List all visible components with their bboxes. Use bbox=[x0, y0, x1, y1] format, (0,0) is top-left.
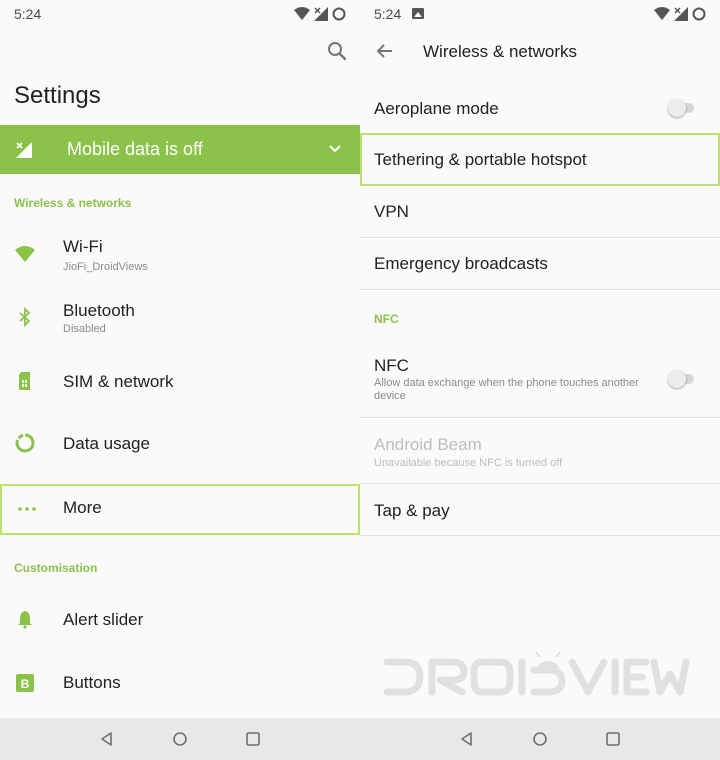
item-label: More bbox=[63, 498, 102, 517]
android-beam-row: Android Beam Unavailable because NFC is … bbox=[360, 418, 720, 484]
status-time: 5:24 bbox=[14, 6, 42, 22]
item-label: Tap & pay bbox=[374, 501, 450, 520]
emergency-broadcasts-row[interactable]: Emergency broadcasts bbox=[360, 238, 720, 290]
image-notification-icon bbox=[412, 8, 424, 19]
battery-circle-icon bbox=[692, 7, 706, 21]
item-label: Wi-Fi bbox=[63, 237, 103, 256]
status-bar: 5:24 bbox=[0, 0, 360, 28]
section-header-customisation: Customisation bbox=[14, 561, 98, 575]
item-label: Emergency broadcasts bbox=[374, 254, 548, 273]
status-icons bbox=[294, 6, 346, 22]
tap-and-pay-row[interactable]: Tap & pay bbox=[360, 484, 720, 536]
section-header-wireless: Wireless & networks bbox=[14, 196, 132, 210]
page-title: Settings bbox=[14, 82, 101, 109]
toggle-thumb bbox=[668, 370, 686, 388]
status-bar: 5:24 bbox=[360, 0, 720, 28]
item-label: VPN bbox=[374, 202, 409, 221]
battery-circle-icon bbox=[332, 7, 346, 21]
sim-card-icon bbox=[19, 372, 30, 390]
wifi-status-icon bbox=[654, 7, 670, 20]
settings-item-sim-network[interactable]: SIM & network bbox=[0, 349, 360, 412]
settings-item-wifi[interactable]: Wi-Fi JioFi_DroidViews bbox=[0, 223, 360, 286]
no-signal-icon bbox=[674, 7, 688, 21]
mobile-data-banner[interactable]: Mobile data is off bbox=[0, 125, 360, 174]
nfc-row[interactable]: NFC Allow data exchange when the phone t… bbox=[360, 340, 720, 418]
home-icon[interactable] bbox=[172, 731, 188, 747]
back-icon[interactable] bbox=[459, 731, 475, 747]
svg-text:B: B bbox=[21, 677, 30, 691]
bell-icon bbox=[18, 611, 32, 629]
vpn-row[interactable]: VPN bbox=[360, 186, 720, 238]
settings-item-buttons[interactable]: B Buttons bbox=[0, 651, 360, 714]
status-time: 5:24 bbox=[374, 6, 402, 22]
settings-item-more[interactable]: More bbox=[0, 484, 360, 535]
more-dots-icon bbox=[18, 507, 36, 511]
wifi-icon bbox=[15, 246, 35, 262]
navigation-bar bbox=[0, 718, 720, 760]
aeroplane-mode-row[interactable]: Aeroplane mode bbox=[360, 84, 720, 134]
item-subtitle: Disabled bbox=[63, 323, 106, 335]
settings-item-bluetooth[interactable]: Bluetooth Disabled bbox=[0, 286, 360, 349]
item-label: NFC bbox=[374, 356, 409, 375]
item-label: SIM & network bbox=[63, 372, 174, 391]
tethering-hotspot-row[interactable]: Tethering & portable hotspot bbox=[360, 133, 720, 186]
search-icon[interactable] bbox=[326, 40, 348, 62]
nfc-toggle[interactable] bbox=[668, 370, 696, 388]
item-subtitle: JioFi_DroidViews bbox=[63, 261, 148, 273]
recents-icon[interactable] bbox=[245, 731, 261, 747]
page-title: Wireless & networks bbox=[423, 42, 577, 61]
item-label: Aeroplane mode bbox=[374, 99, 499, 118]
settings-item-data-usage[interactable]: Data usage bbox=[0, 412, 360, 475]
aeroplane-mode-toggle[interactable] bbox=[668, 99, 696, 117]
item-label: Data usage bbox=[63, 434, 150, 453]
chevron-down-icon[interactable] bbox=[328, 142, 342, 156]
item-label: Bluetooth bbox=[63, 301, 135, 320]
banner-text: Mobile data is off bbox=[67, 139, 203, 159]
settings-item-alert-slider[interactable]: Alert slider bbox=[0, 588, 360, 651]
item-label: Alert slider bbox=[63, 610, 144, 629]
back-arrow-icon[interactable] bbox=[376, 42, 394, 60]
settings-screen: 5:24 Settings Mobile data is off Wireles… bbox=[0, 0, 360, 718]
wireless-networks-screen: 5:24 Wireless & networks Aeroplane mode … bbox=[360, 0, 720, 718]
recents-icon[interactable] bbox=[605, 731, 621, 747]
back-icon[interactable] bbox=[99, 731, 115, 747]
droidviews-watermark-logo bbox=[383, 651, 690, 696]
b-square-icon: B bbox=[14, 672, 36, 694]
toggle-thumb bbox=[668, 99, 686, 117]
item-label: Buttons bbox=[63, 673, 121, 692]
item-subtitle: Allow data exchange when the phone touch… bbox=[374, 377, 639, 402]
signal-off-icon bbox=[16, 142, 32, 158]
status-icons bbox=[654, 6, 706, 22]
home-icon[interactable] bbox=[532, 731, 548, 747]
item-label: Android Beam bbox=[374, 435, 482, 454]
section-header-nfc: NFC bbox=[374, 312, 399, 326]
item-label: Tethering & portable hotspot bbox=[374, 150, 587, 169]
no-signal-icon bbox=[314, 7, 328, 21]
bluetooth-icon bbox=[19, 306, 31, 328]
item-subtitle: Unavailable because NFC is turned off bbox=[374, 457, 563, 469]
data-usage-icon bbox=[15, 433, 35, 453]
wifi-status-icon bbox=[294, 7, 310, 20]
